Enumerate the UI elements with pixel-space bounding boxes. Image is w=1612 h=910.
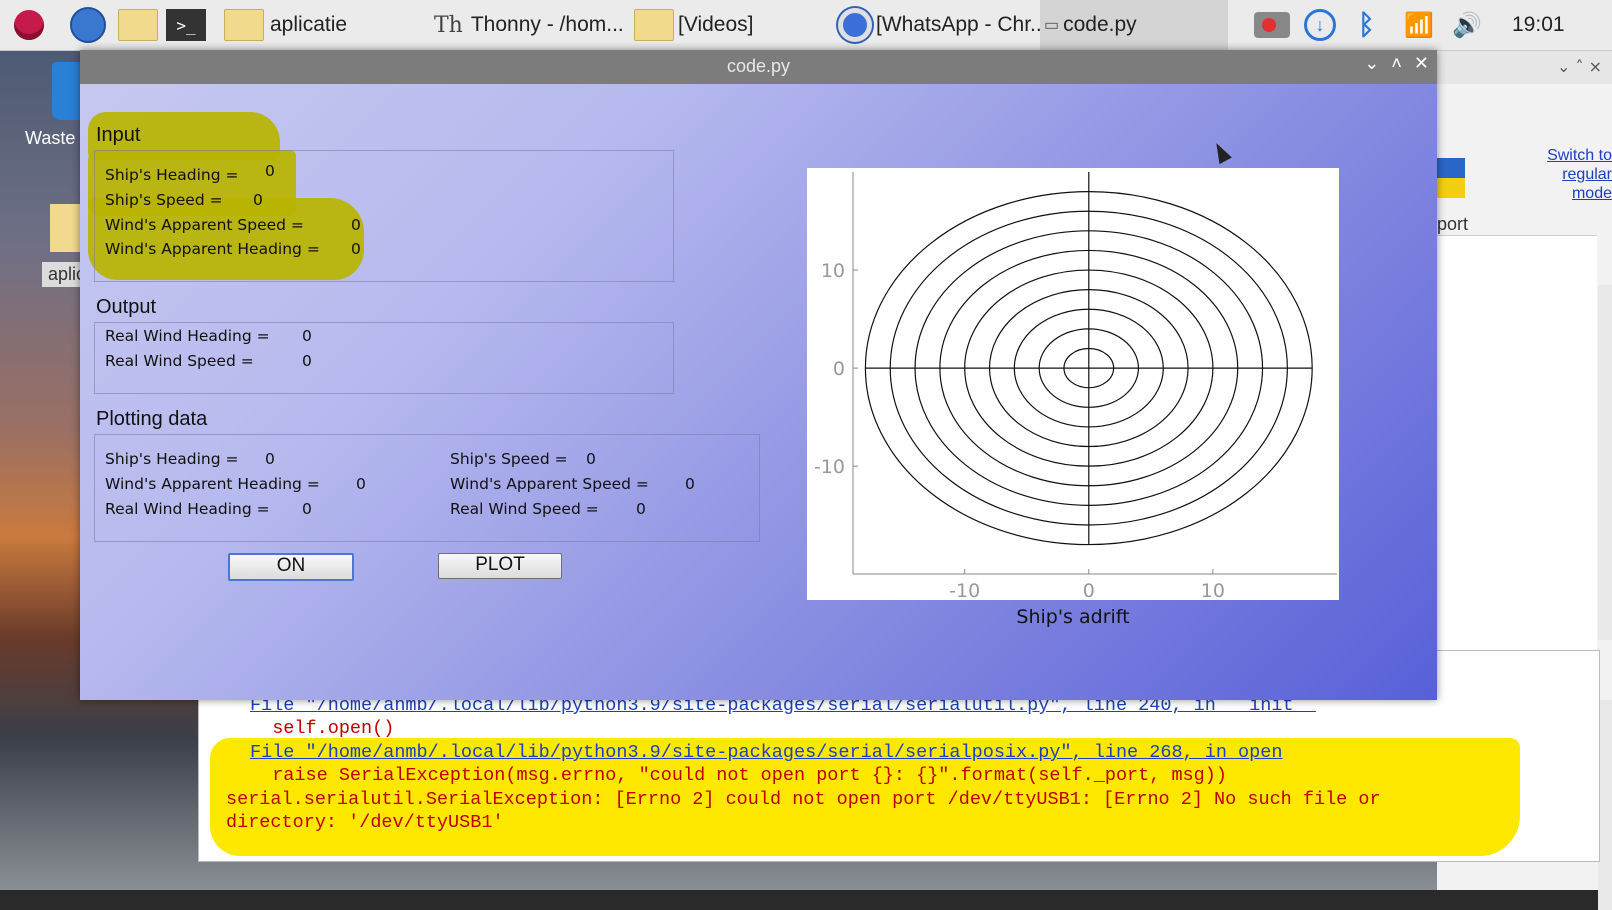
taskbar: >_ aplicatie Th Thonny - /hom... [Videos… (0, 0, 1612, 51)
output-real-wind-heading-label: Real Wind Heading = (105, 327, 270, 345)
shell-line-6: directory: '/dev/ttyUSB1' (226, 812, 504, 834)
window-titlebar[interactable]: code.py ⌄ ˄ ✕ (80, 50, 1437, 84)
plot-real-wind-speed-label: Real Wind Speed = (450, 500, 599, 518)
input-wind-apparent-heading-label: Wind's Apparent Heading = (105, 240, 320, 258)
download-icon: ↓ (1304, 9, 1336, 41)
port-text: port (1437, 214, 1469, 234)
taskbar-videos[interactable]: [Videos] (634, 0, 754, 50)
wifi-icon: 📶 (1404, 11, 1434, 39)
terminal-icon: >_ (166, 9, 206, 41)
input-wind-apparent-heading-value: 0 (351, 240, 361, 258)
plot-wind-apparent-heading-label: Wind's Apparent Heading = (105, 475, 320, 493)
shell-output: File "/home/anmb/.local/lib/python3.9/si… (226, 694, 1381, 834)
taskbar-chrome[interactable]: [WhatsApp - Chr... (838, 0, 1048, 50)
output-title: Output (96, 296, 157, 318)
window-icon: ▭ (1044, 17, 1060, 34)
traceback-link-2[interactable]: File "/home/anmb/.local/lib/python3.9/si… (250, 742, 1282, 763)
x-tick-label: 10 (1201, 580, 1225, 600)
polar-plot: -10 0 10 -10 0 10 (814, 172, 1337, 602)
on-button[interactable]: ON (228, 553, 354, 581)
taskbar-aplicatie-label: aplicatie (270, 13, 348, 36)
bluetooth-button[interactable]: ᛒ (1358, 0, 1375, 50)
x-tick-label: 0 (1083, 580, 1095, 600)
folder-icon (118, 9, 158, 41)
updates-button[interactable]: ↓ (1304, 0, 1336, 50)
plot-ship-speed-value: 0 (586, 450, 596, 468)
taskbar-code-py[interactable]: ▭ code.py (1040, 0, 1228, 50)
input-ship-speed-value: 0 (253, 191, 263, 209)
globe-icon (70, 7, 106, 43)
shell-line-2: self.open() (250, 718, 395, 740)
taskbar-thonny-label: Thonny - /hom... (470, 13, 624, 36)
window-title: code.py (726, 56, 791, 76)
folder-icon (224, 9, 264, 41)
window-body: Input Ship's Heading = 0 Ship's Speed = … (80, 84, 1437, 700)
plot-ship-speed-label: Ship's Speed = (450, 450, 568, 468)
file-manager-launcher[interactable] (118, 0, 158, 50)
taskbar-code-py-label: code.py (1063, 13, 1137, 36)
y-tick-label: 0 (833, 358, 845, 380)
browser-launcher[interactable] (70, 0, 106, 50)
input-ship-heading-value: 0 (265, 162, 275, 180)
background-editor (1437, 235, 1597, 651)
plot-button[interactable]: PLOT (438, 553, 562, 579)
editor-scrollbar[interactable] (1598, 285, 1612, 640)
bluetooth-icon: ᛒ (1358, 9, 1375, 40)
shell-scrollbar[interactable] (1598, 700, 1612, 910)
raspberry-icon (14, 10, 44, 40)
taskbar-thonny[interactable]: Th Thonny - /hom... (434, 0, 624, 50)
shell-line-5: serial.serialutil.SerialException: [Errn… (226, 788, 1381, 810)
volume-button[interactable]: 🔊 (1452, 0, 1482, 50)
output-real-wind-heading-value: 0 (302, 327, 312, 345)
close-icon[interactable]: ✕ (1414, 53, 1429, 74)
volume-icon: 🔊 (1452, 11, 1482, 39)
plot-real-wind-heading-label: Real Wind Heading = (105, 500, 270, 518)
input-ship-speed-label: Ship's Speed = (105, 191, 223, 209)
input-title: Input (96, 124, 141, 146)
input-wind-apparent-speed-label: Wind's Apparent Speed = (105, 216, 304, 234)
plot-caption: Ship's adrift (1016, 606, 1130, 628)
background-window-controls[interactable]: ⌄ ˄ × (1437, 50, 1612, 84)
raspberry-menu-button[interactable] (14, 0, 44, 50)
plot-ship-heading-label: Ship's Heading = (105, 450, 239, 468)
input-ship-heading-label: Ship's Heading = (105, 166, 239, 184)
folder-icon (634, 9, 674, 41)
plot-ship-heading-value: 0 (265, 450, 275, 468)
switch-mode-link[interactable]: Switch to regular mode (1522, 146, 1612, 203)
plot-wind-apparent-heading-value: 0 (356, 475, 366, 493)
clock[interactable]: 19:01 (1512, 0, 1565, 50)
terminal-launcher[interactable]: >_ (166, 0, 206, 50)
code-py-window: code.py ⌄ ˄ ✕ Input Ship's Heading = 0 S… (80, 50, 1437, 700)
window-controls: ⌄ ˄ ✕ (1364, 53, 1429, 74)
chrome-icon (838, 8, 872, 42)
maximize-icon[interactable]: ˄ (1391, 53, 1402, 74)
minimize-icon[interactable]: ⌄ (1364, 53, 1379, 74)
plot-wind-apparent-speed-value: 0 (685, 475, 695, 493)
record-icon (1254, 12, 1290, 38)
plot-real-wind-heading-value: 0 (302, 500, 312, 518)
shell-line-4: raise SerialException(msg.errno, "could … (250, 765, 1227, 787)
screen-recorder-button[interactable] (1254, 0, 1290, 50)
wifi-button[interactable]: 📶 (1404, 0, 1434, 50)
trash-label[interactable]: Waste (25, 128, 75, 149)
y-tick-label: -10 (814, 456, 845, 478)
output-real-wind-speed-value: 0 (302, 352, 312, 370)
flag-icon (1437, 158, 1465, 198)
taskbar-chrome-label: [WhatsApp - Chr... (876, 13, 1048, 36)
thonny-icon: Th (434, 12, 463, 38)
output-real-wind-speed-label: Real Wind Speed = (105, 352, 254, 370)
folder-icon[interactable] (50, 204, 84, 252)
plot-wind-apparent-speed-label: Wind's Apparent Speed = (450, 475, 649, 493)
x-tick-label: -10 (949, 580, 980, 600)
taskbar-videos-label: [Videos] (678, 13, 754, 36)
input-wind-apparent-speed-value: 0 (351, 216, 361, 234)
taskbar-aplicatie[interactable]: aplicatie (224, 0, 347, 50)
plotting-title: Plotting data (96, 408, 208, 430)
plot-real-wind-speed-value: 0 (636, 500, 646, 518)
y-tick-label: 10 (821, 260, 845, 282)
plot-canvas: -10 0 10 -10 0 10 (807, 168, 1339, 602)
